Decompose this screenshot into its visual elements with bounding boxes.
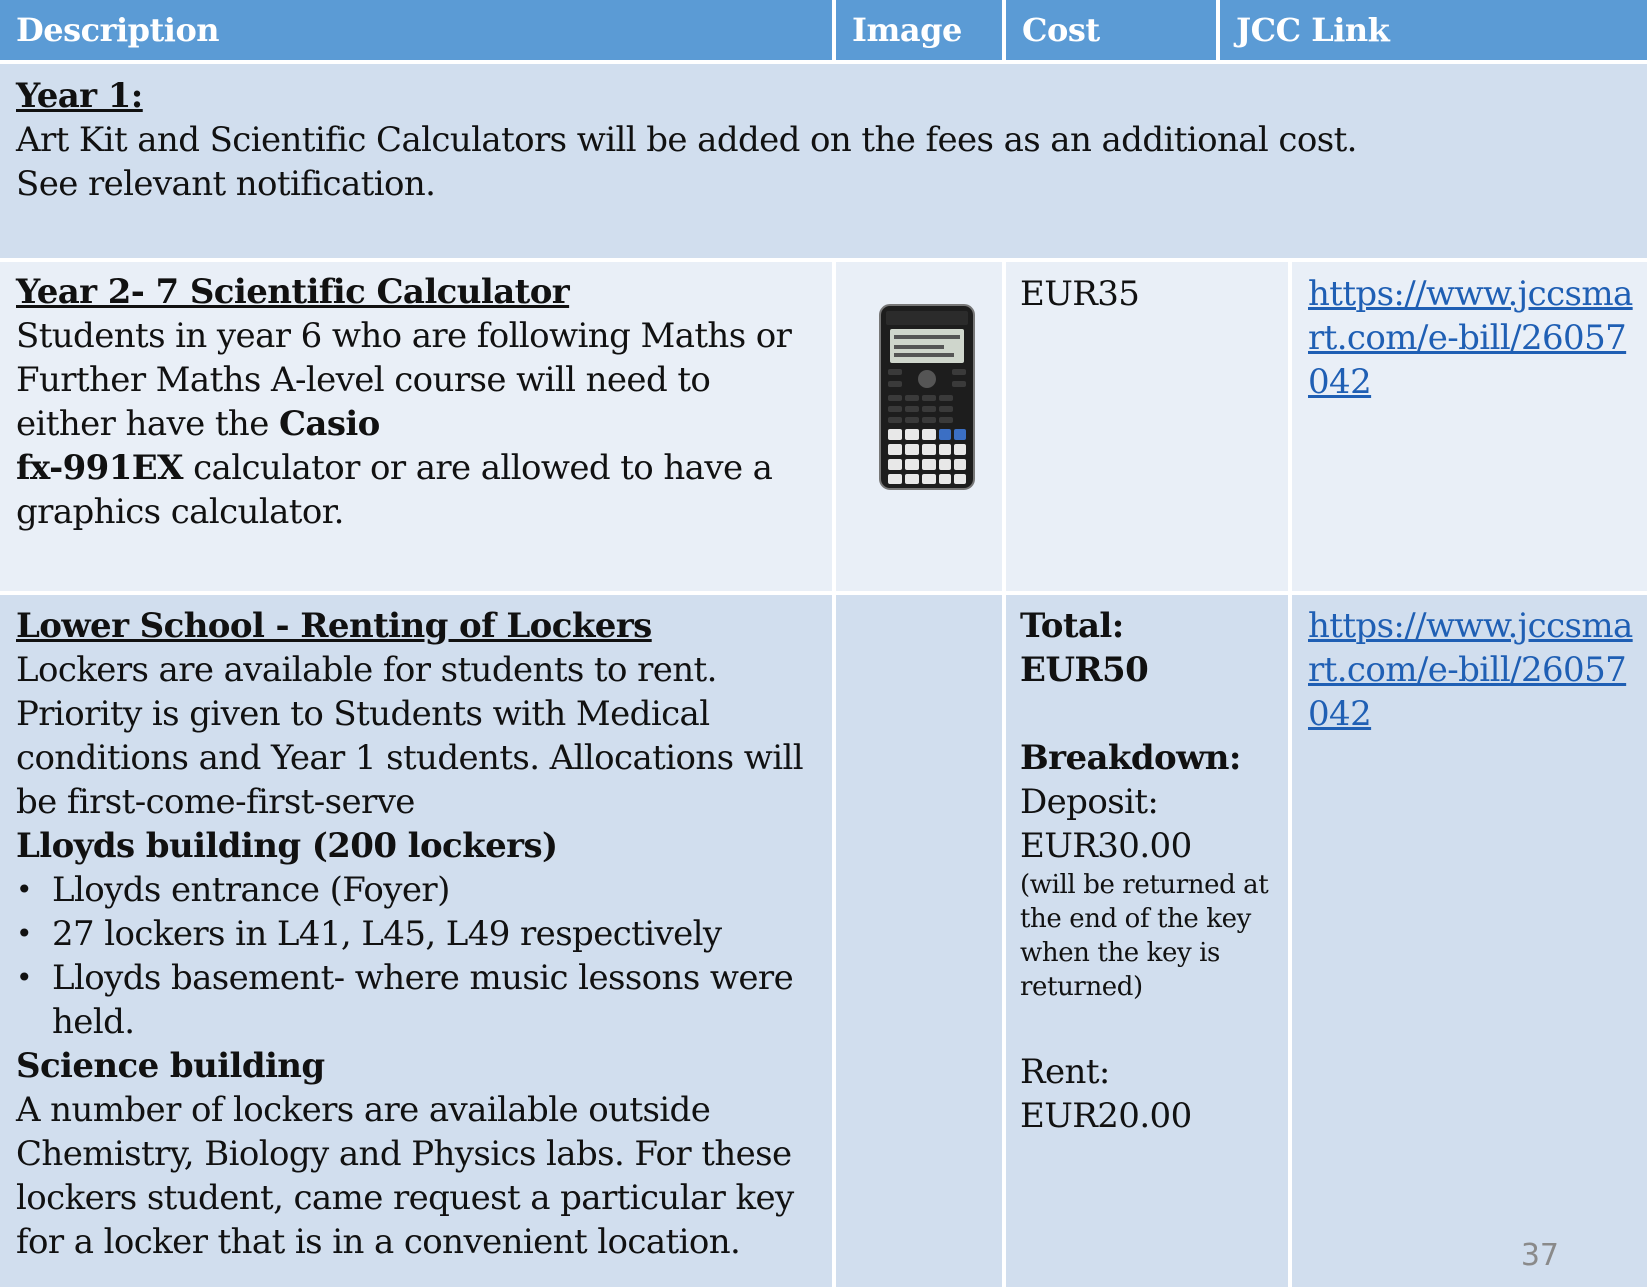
page-number: 37	[1520, 1238, 1559, 1273]
science-text: A number of lockers are available outsid…	[16, 1090, 794, 1262]
cost-total: EUR50	[1020, 650, 1149, 690]
column-divider	[1288, 260, 1292, 1287]
year1-title: Year 1:	[16, 76, 143, 116]
year1-cell: Year 1: Art Kit and Scientific Calculato…	[2, 70, 1642, 218]
row-divider	[0, 258, 1647, 262]
list-item: Lloyds basement- where music lessons wer…	[16, 956, 816, 1044]
deposit-note: (will be returned at the end of the key …	[1020, 870, 1269, 1002]
calculator-link-cell: https://www.jccsmart.com/e-bill/26057042	[1292, 266, 1647, 404]
header-description: Description	[0, 0, 832, 60]
breakdown-label: Breakdown:	[1020, 738, 1241, 778]
header-image: Image	[836, 0, 1002, 60]
column-divider	[832, 0, 836, 64]
lockers-intro: Lockers are available for students to re…	[16, 650, 804, 822]
year1-line1: Art Kit and Scientific Calculators will …	[16, 120, 1357, 160]
column-divider	[832, 260, 836, 1287]
column-divider	[1002, 0, 1006, 64]
deposit-value: EUR30.00	[1020, 826, 1192, 866]
row-divider	[0, 591, 1647, 595]
lockers-cost: Total: EUR50 Breakdown: Deposit: EUR30.0…	[1006, 600, 1288, 1150]
calculator-description: Year 2- 7 Scientific Calculator Students…	[2, 266, 832, 546]
calculator-jcc-link[interactable]: https://www.jccsmart.com/e-bill/26057042	[1308, 274, 1633, 402]
rent-value: EUR20.00	[1020, 1096, 1192, 1136]
calculator-model-number: fx-991EX	[16, 448, 183, 488]
lockers-jcc-link[interactable]: https://www.jccsmart.com/e-bill/26057042	[1308, 606, 1633, 734]
list-item: 27 lockers in L41, L45, L49 respectively	[16, 912, 816, 956]
lockers-link-cell: https://www.jccsmart.com/e-bill/26057042	[1292, 600, 1647, 736]
header-divider	[0, 60, 1647, 64]
year1-line2: See relevant notification.	[16, 164, 436, 204]
list-item: Lloyds entrance (Foyer)	[16, 868, 816, 912]
science-heading: Science building	[16, 1046, 325, 1086]
casio-calculator-image	[879, 304, 975, 490]
cost-total-label: Total:	[1020, 606, 1124, 646]
lockers-title: Lower School - Renting of Lockers	[16, 606, 652, 646]
calculator-text: Students in year 6 who are following Mat…	[16, 314, 816, 534]
header-cost: Cost	[1006, 0, 1216, 60]
calculator-model-brand: Casio	[278, 404, 380, 444]
lloyds-list: Lloyds entrance (Foyer) 27 lockers in L4…	[16, 868, 816, 1044]
deposit-label: Deposit:	[1020, 782, 1159, 822]
calculator-title: Year 2- 7 Scientific Calculator	[16, 272, 570, 312]
rent-label: Rent:	[1020, 1052, 1110, 1092]
lloyds-heading: Lloyds building (200 lockers)	[16, 826, 558, 866]
column-divider	[1216, 0, 1220, 64]
calculator-text-part1: Students in year 6 who are following Mat…	[16, 316, 792, 444]
calculator-cost: EUR35	[1020, 274, 1140, 314]
header-jcc-link: JCC Link	[1220, 0, 1647, 60]
lockers-description: Lower School - Renting of Lockers Locker…	[2, 600, 832, 1276]
